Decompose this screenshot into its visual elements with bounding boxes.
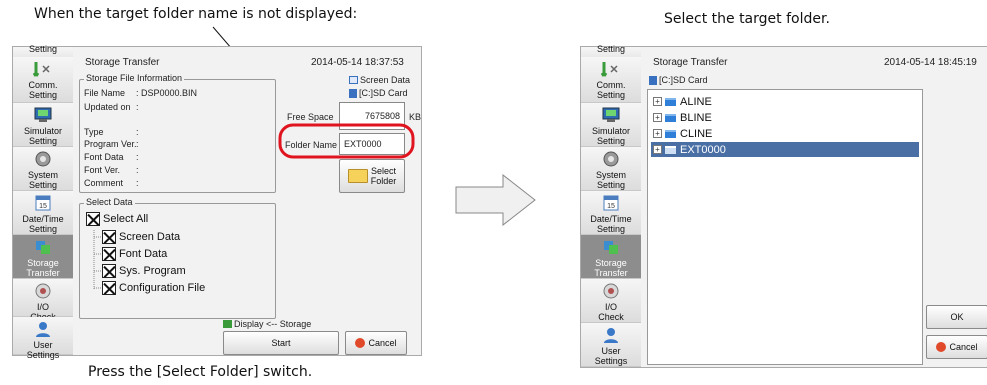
storage-icon [601,238,621,256]
right-arrow-icon [455,174,536,226]
cancel-icon [936,342,947,352]
ok-button[interactable]: OK [926,305,987,329]
sidebar-item-user-settings[interactable]: User Settings [581,323,641,367]
user-icon [601,326,621,344]
sd-card-root: [C:]SD Card [649,75,708,85]
expand-icon: + [653,113,662,122]
page-title: Storage Transfer [653,57,728,68]
expand-icon: + [653,129,662,138]
expand-icon: + [653,145,662,154]
tree-item-cline[interactable]: + CLINE [651,126,919,141]
svg-text:15: 15 [607,203,615,210]
folder-icon [665,113,676,122]
cancel-button[interactable]: Cancel [926,335,987,359]
io-icon [601,282,621,300]
calendar-icon: 15 [601,194,621,212]
tree-item-aline[interactable]: + ALINE [651,94,919,109]
folder-icon [665,97,676,106]
simulator-icon [601,106,621,124]
right-screen: Setting Comm. Setting Simulator Setting … [580,44,987,368]
right-sidebar: Setting Comm. Setting Simulator Setting … [581,44,641,367]
folder-icon [665,129,676,138]
folder-icon [665,145,676,154]
tree-item-bline[interactable]: + BLINE [651,110,919,125]
comm-icon [601,60,621,78]
sidebar-item-comm[interactable]: Comm. Setting [581,57,641,103]
sidebar-item-system[interactable]: System Setting [581,147,641,191]
expand-icon: + [653,97,662,106]
sidebar-item-storage-transfer[interactable]: Storage Transfer [581,235,641,279]
tree-item-ext0000[interactable]: + EXT0000 [651,142,919,157]
sidebar-item-datetime[interactable]: 15 Date/Time Setting [581,191,641,235]
system-icon [601,150,621,168]
folder-tree[interactable]: + ALINE + BLINE + CLINE + EXT0000 [647,89,923,365]
datetime: 2014-05-14 18:45:19 [884,57,977,68]
sd-card-icon [649,75,657,85]
sidebar-item-simulator[interactable]: Simulator Setting [581,103,641,147]
sidebar-item-io-check[interactable]: I/O Check [581,279,641,323]
